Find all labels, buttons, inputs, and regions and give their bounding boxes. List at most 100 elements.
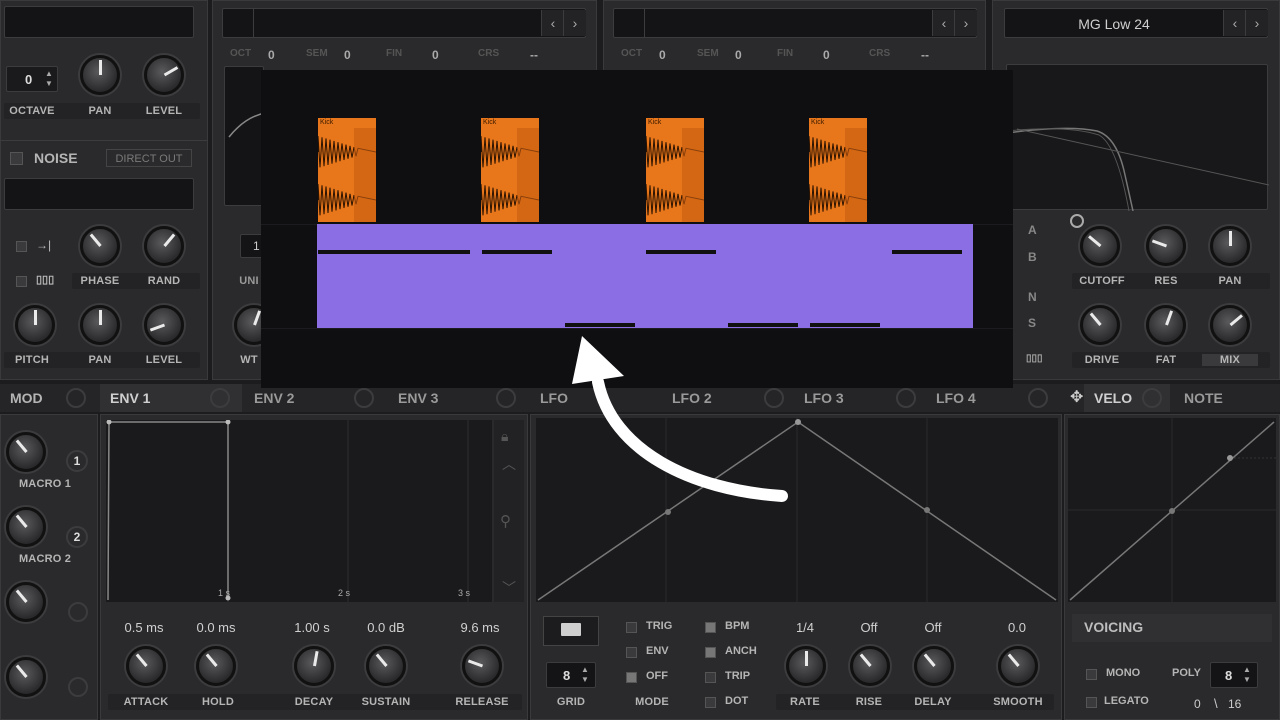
mix-knob[interactable] xyxy=(1210,305,1250,345)
legato-toggle[interactable] xyxy=(1086,697,1097,708)
sustain-value[interactable]: 0.0 dB xyxy=(352,620,420,635)
osc-b-sem-value[interactable]: 0 xyxy=(344,48,351,62)
release-value[interactable]: 9.6 ms xyxy=(446,620,514,635)
rise-knob[interactable] xyxy=(850,646,890,686)
tab-note[interactable]: NOTE xyxy=(1174,384,1280,412)
osc-b-oct-value[interactable]: 0 xyxy=(268,48,275,62)
env-toggle[interactable] xyxy=(626,647,637,658)
decay-knob[interactable] xyxy=(294,646,334,686)
envelope-graph[interactable]: 1 s 2 s 3 s xyxy=(106,419,492,602)
move-icon[interactable]: ✥ xyxy=(1070,387,1083,407)
osc-a-display[interactable] xyxy=(4,6,194,38)
kick-clip[interactable]: Kick xyxy=(318,118,376,222)
routing-b[interactable]: B xyxy=(1028,250,1037,264)
osc-b-next-icon[interactable]: › xyxy=(563,10,586,36)
trig-toggle[interactable] xyxy=(626,622,637,633)
fat-knob[interactable] xyxy=(1146,305,1186,345)
rise-value[interactable]: Off xyxy=(840,620,898,635)
res-knob[interactable] xyxy=(1146,226,1186,266)
lfo-preset-folder-button[interactable] xyxy=(543,616,599,646)
macro-1-knob[interactable] xyxy=(6,432,46,472)
midi-note[interactable] xyxy=(810,323,880,327)
osc-c-fin-value[interactable]: 0 xyxy=(823,48,830,62)
decay-value[interactable]: 1.00 s xyxy=(278,620,346,635)
macro-2-knob[interactable] xyxy=(6,507,46,547)
midi-note[interactable] xyxy=(728,323,798,327)
octave-stepper[interactable]: 0 ▲ ▼ xyxy=(6,66,58,92)
routing-n[interactable]: N xyxy=(1028,290,1037,304)
kick-clip[interactable]: Kick xyxy=(646,118,704,222)
level-knob-a[interactable] xyxy=(144,55,184,95)
osc-b-prev-icon[interactable]: ‹ xyxy=(541,10,564,36)
osc-b-fin-value[interactable]: 0 xyxy=(432,48,439,62)
legato-value2[interactable]: 16 xyxy=(1228,697,1241,711)
noise-display[interactable] xyxy=(4,178,194,210)
midi-note[interactable] xyxy=(892,250,962,254)
noise-toggle[interactable] xyxy=(10,152,23,165)
osc-c-next-icon[interactable]: › xyxy=(954,10,977,36)
osc-b-wave-display[interactable] xyxy=(224,66,266,206)
hold-value[interactable]: 0.0 ms xyxy=(182,620,250,635)
routing-a[interactable]: A xyxy=(1028,223,1037,237)
pan-knob-noise[interactable] xyxy=(80,305,120,345)
poly-stepper[interactable]: 8 ▲ ▼ xyxy=(1210,662,1258,688)
level-label-noise: LEVEL xyxy=(145,354,183,366)
osc-c-wavetable-select[interactable]: ‹ › xyxy=(613,8,977,38)
off-toggle[interactable] xyxy=(626,672,637,683)
filter-next-icon[interactable]: › xyxy=(1245,10,1268,36)
piano-roll-region[interactable] xyxy=(317,224,973,328)
rate-knob[interactable] xyxy=(786,646,826,686)
osc-c-oct-value[interactable]: 0 xyxy=(659,48,666,62)
hold-knob[interactable] xyxy=(196,646,236,686)
mono-toggle[interactable] xyxy=(1086,669,1097,680)
phase-knob[interactable] xyxy=(80,226,120,266)
phase-retrig-toggle[interactable] xyxy=(16,241,27,252)
pitch-knob[interactable] xyxy=(15,305,55,345)
smooth-knob[interactable] xyxy=(998,646,1038,686)
grid-stepper[interactable]: 8 ▲ ▼ xyxy=(546,662,596,688)
chevron-down-icon[interactable]: ﹀ xyxy=(502,578,516,598)
delay-value[interactable]: Off xyxy=(904,620,962,635)
dot-toggle[interactable] xyxy=(705,697,716,708)
chevron-up-icon[interactable]: ︿ xyxy=(502,454,516,474)
macro-3-knob[interactable] xyxy=(6,582,46,622)
delay-knob[interactable] xyxy=(914,646,954,686)
midi-note[interactable] xyxy=(646,250,716,254)
trip-toggle[interactable] xyxy=(705,672,716,683)
legato-value[interactable]: 0 xyxy=(1194,697,1201,711)
bpm-toggle[interactable] xyxy=(705,622,716,633)
kick-clip[interactable]: Kick xyxy=(481,118,539,222)
attack-knob[interactable] xyxy=(126,646,166,686)
pan-knob-a[interactable] xyxy=(80,55,120,95)
keytrack-toggle[interactable] xyxy=(16,276,27,287)
osc-c-sem-value[interactable]: 0 xyxy=(735,48,742,62)
rand-knob[interactable] xyxy=(144,226,184,266)
midi-note[interactable] xyxy=(318,250,470,254)
filter-prev-icon[interactable]: ‹ xyxy=(1223,10,1246,36)
smooth-value[interactable]: 0.0 xyxy=(988,620,1046,635)
kick-clip[interactable]: Kick xyxy=(809,118,867,222)
zoom-icon[interactable]: ⚲ xyxy=(500,512,511,530)
filter-type-select[interactable]: MG Low 24 ‹ › xyxy=(1004,8,1268,38)
osc-c-crs-value[interactable]: -- xyxy=(921,48,929,62)
osc-b-crs-value[interactable]: -- xyxy=(530,48,538,62)
routing-s[interactable]: S xyxy=(1028,316,1036,330)
midi-note[interactable] xyxy=(482,250,552,254)
sustain-knob[interactable] xyxy=(366,646,406,686)
cutoff-knob[interactable] xyxy=(1080,226,1120,266)
filter-response-display[interactable] xyxy=(1006,64,1270,212)
rate-value[interactable]: 1/4 xyxy=(776,620,834,635)
lock-icon[interactable]: 🔒︎ xyxy=(501,428,508,445)
level-knob-noise[interactable] xyxy=(144,305,184,345)
macro-4-knob[interactable] xyxy=(6,657,46,697)
midi-note[interactable] xyxy=(565,323,635,327)
anch-toggle[interactable] xyxy=(705,647,716,658)
drive-knob[interactable] xyxy=(1080,305,1120,345)
osc-b-wavetable-select[interactable]: ‹ › xyxy=(222,8,586,38)
velocity-graph[interactable] xyxy=(1068,418,1276,602)
release-knob[interactable] xyxy=(462,646,502,686)
osc-c-prev-icon[interactable]: ‹ xyxy=(932,10,955,36)
filter-pan-knob[interactable] xyxy=(1210,226,1250,266)
direct-out-button[interactable]: DIRECT OUT xyxy=(106,149,192,167)
attack-value[interactable]: 0.5 ms xyxy=(110,620,178,635)
